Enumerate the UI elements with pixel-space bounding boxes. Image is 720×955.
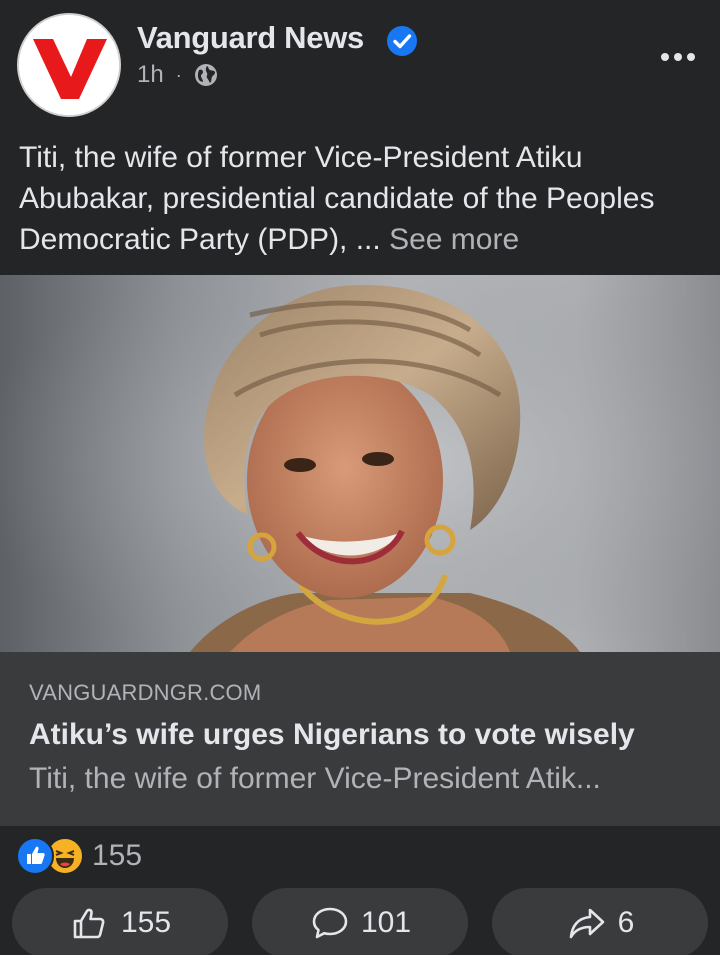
post-meta: 1h · (137, 60, 218, 90)
comment-button[interactable]: 101 (252, 888, 468, 955)
see-more-link[interactable]: See more (389, 223, 519, 256)
globe-icon[interactable] (194, 63, 218, 87)
comment-icon (312, 907, 348, 939)
like-button[interactable]: 155 (12, 888, 228, 955)
reactions-summary[interactable]: 155 (16, 836, 142, 876)
share-icon (569, 908, 604, 939)
share-button[interactable]: 6 (492, 888, 708, 955)
vanguard-logo-icon (19, 15, 119, 115)
post-body: Titi, the wife of former Vice-President … (19, 141, 655, 256)
link-domain: VANGUARDNGR.COM (29, 680, 262, 705)
link-preview-card[interactable]: VANGUARDNGR.COM Atiku’s wife urges Niger… (0, 652, 720, 826)
more-options-button[interactable] (656, 42, 700, 72)
meta-separator: · (175, 64, 182, 85)
like-count: 155 (120, 906, 172, 939)
dot-icon (661, 53, 669, 61)
dot-icon (687, 53, 695, 61)
post-time[interactable]: 1h (137, 61, 164, 89)
portrait-image (0, 275, 720, 652)
dot-icon (674, 53, 682, 61)
link-title[interactable]: Atiku’s wife urges Nigerians to vote wis… (29, 718, 635, 752)
page-avatar[interactable] (17, 13, 121, 117)
link-description: Titi, the wife of former Vice-President … (29, 762, 601, 795)
post-actions: 155 101 6 (0, 888, 720, 955)
share-count: 6 (617, 906, 635, 939)
page-name[interactable]: Vanguard News (137, 20, 364, 56)
comment-count: 101 (360, 906, 412, 939)
thumbs-up-icon (73, 908, 105, 939)
post-header: Vanguard News 1h · (0, 0, 720, 128)
post-text: Titi, the wife of former Vice-President … (19, 137, 709, 260)
like-reaction-icon (16, 837, 54, 875)
reaction-count: 155 (92, 839, 143, 872)
post-photo[interactable] (0, 275, 720, 652)
verified-badge-icon (387, 26, 417, 56)
